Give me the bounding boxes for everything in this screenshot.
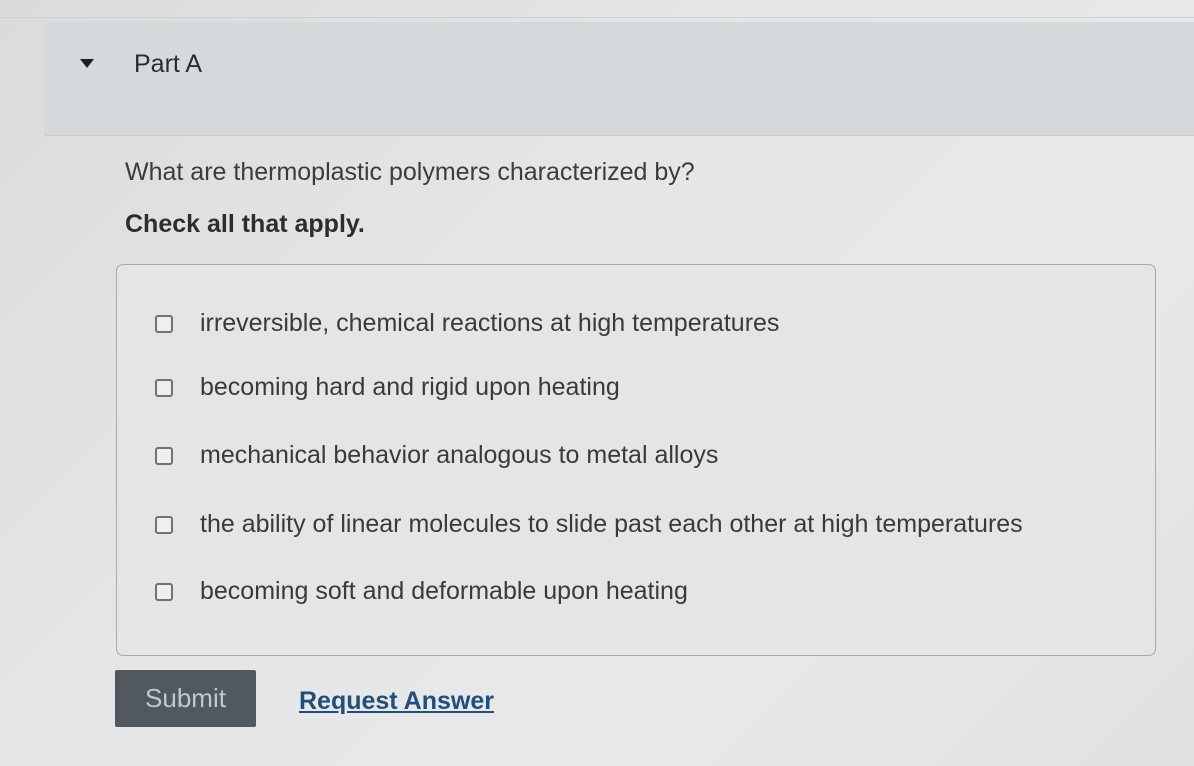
option-label: becoming soft and deformable upon heatin… [200,577,688,605]
checkbox-icon[interactable] [155,446,173,465]
part-header[interactable] [44,22,1194,136]
option-soft-deformable[interactable]: becoming soft and deformable upon heatin… [155,577,688,606]
option-label: irreversible, chemical reactions at high… [200,309,780,337]
answer-options-box: irreversible, chemical reactions at high… [116,264,1156,656]
request-answer-link[interactable]: Request Answer [299,687,494,716]
option-hard-rigid[interactable]: becoming hard and rigid upon heating [155,373,620,402]
option-metal-alloys[interactable]: mechanical behavior analogous to metal a… [155,441,718,470]
question-text: What are thermoplastic polymers characte… [125,158,695,186]
option-label: the ability of linear molecules to slide… [200,510,1023,538]
checkbox-icon[interactable] [155,582,173,601]
option-label: becoming hard and rigid upon heating [200,373,620,401]
option-label: mechanical behavior analogous to metal a… [200,441,719,469]
option-linear-molecules[interactable]: the ability of linear molecules to slide… [155,510,1023,539]
checkbox-icon[interactable] [155,515,173,534]
part-title[interactable]: Part A [134,50,202,79]
submit-button[interactable]: Submit [115,670,256,727]
question-instruction: Check all that apply. [125,210,365,238]
checkbox-icon[interactable] [155,314,173,333]
top-divider [0,17,1194,18]
checkbox-icon[interactable] [155,378,173,397]
caret-down-icon[interactable] [80,59,94,68]
option-irreversible-reactions[interactable]: irreversible, chemical reactions at high… [155,309,779,338]
